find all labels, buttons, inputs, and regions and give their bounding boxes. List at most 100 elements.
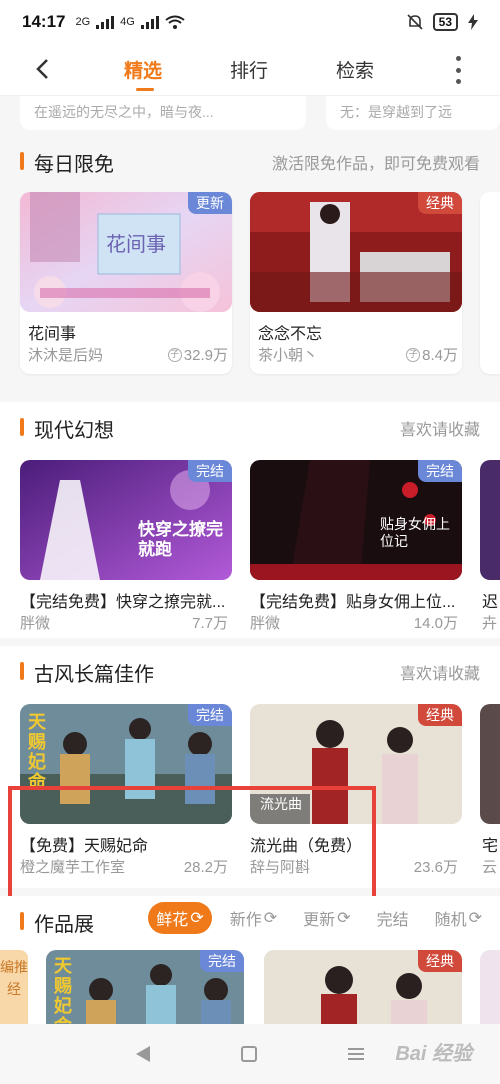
- book-card-peek[interactable]: [480, 192, 500, 374]
- watermark-logo: Bai 经验: [395, 1043, 472, 1065]
- filter-label: 更新: [303, 912, 336, 929]
- system-home-icon[interactable]: [240, 1046, 257, 1062]
- cover-title-text: 天赐妃命: [28, 712, 46, 792]
- filter-updated[interactable]: 更新 ⟳: [295, 902, 358, 934]
- status-time: 14:17: [22, 12, 66, 31]
- wifi-icon: [165, 15, 185, 29]
- charging-icon: [468, 14, 478, 30]
- refresh-icon: ⟳: [263, 910, 278, 927]
- previous-section-strip: 在遥远的无尽之中，暗与夜... 无：是穿越到了远: [0, 96, 500, 134]
- section-works-exhibition: 作品展 鲜花 ⟳ 新作 ⟳ 更新 ⟳ 完结 随机 ⟳ 编推经 天赐妃 完结 经典: [0, 896, 500, 1024]
- book-card[interactable]: 贴身女佣上位记 完结 【完结免费】贴身女佣上位... 胖微 14.0万: [250, 460, 462, 632]
- filter-label: 随机: [434, 912, 467, 929]
- status-badge: 完结: [188, 460, 232, 482]
- section-header: 作品展 鲜花 ⟳ 新作 ⟳ 更新 ⟳ 完结 随机 ⟳: [0, 896, 500, 944]
- book-cover: 经典: [264, 950, 462, 1024]
- more-options-button[interactable]: [452, 56, 464, 84]
- section-title: 每日限免: [34, 154, 114, 176]
- status-bar: 14:17 2G 4G 53: [0, 0, 500, 44]
- book-title: 花间事: [28, 326, 77, 343]
- mute-bell-icon: [407, 14, 423, 30]
- section-marker: [20, 152, 24, 170]
- book-author: 卉: [482, 615, 498, 632]
- status-badge: 完结: [188, 704, 232, 726]
- status-badge: 完结: [200, 950, 244, 972]
- popularity-value: 8.4万: [422, 347, 458, 364]
- filter-new[interactable]: 新作 ⟳: [222, 902, 285, 934]
- section-title: 古风长篇佳作: [34, 664, 154, 686]
- tab-search[interactable]: 检索: [336, 56, 374, 83]
- signal-4g-label: 4G: [120, 16, 135, 28]
- filter-flowers[interactable]: 鲜花 ⟳: [148, 902, 212, 934]
- battery-indicator: 53: [432, 13, 458, 31]
- section-subtitle: 激活限免作品，即可免费观看: [271, 156, 480, 173]
- status-right: 53: [407, 13, 478, 31]
- refresh-icon: ⟳: [190, 910, 204, 927]
- book-cover: 天赐妃命 完结: [46, 950, 244, 1024]
- book-card[interactable]: 经典 念念不忘 茶小朝丶 子 8.4万: [250, 192, 462, 374]
- status-badge: 经典: [418, 704, 462, 726]
- status-badge: 更新: [188, 192, 232, 214]
- cover-title-text: 天赐妃命: [54, 956, 72, 1024]
- section-modern-fantasy: 现代幻想 喜欢请收藏 快穿之撩完就跑 完结 【完结免费】快穿之撩完就... 胖微…: [0, 402, 500, 638]
- filter-label: 鲜花: [156, 912, 189, 929]
- section-title: 作品展: [34, 914, 94, 936]
- book-card-peek[interactable]: 宅 云: [480, 704, 500, 876]
- filter-label: 新作: [229, 912, 262, 929]
- filter-completed[interactable]: 完结: [369, 902, 417, 934]
- system-back-icon[interactable]: [135, 1046, 150, 1062]
- book-card[interactable]: 经典: [264, 950, 476, 1024]
- book-card-peek[interactable]: 迟 卉: [480, 460, 500, 632]
- prev-card-right[interactable]: 无：是穿越到了远: [326, 96, 500, 130]
- works-filter-tabs: 鲜花 ⟳ 新作 ⟳ 更新 ⟳ 完结 随机 ⟳: [148, 902, 490, 934]
- book-title: 【完结免费】快穿之撩完就...: [20, 594, 226, 611]
- tab-active-indicator: [136, 88, 154, 91]
- book-cover: [480, 950, 500, 1024]
- book-card-peek[interactable]: [480, 950, 500, 1024]
- signal-indicators: 2G 4G: [75, 15, 185, 29]
- tab-featured[interactable]: 精选: [124, 56, 162, 83]
- status-badge: 经典: [418, 192, 462, 214]
- book-popularity: 子 32.9万: [167, 344, 228, 365]
- main-content[interactable]: 在遥远的无尽之中，暗与夜... 无：是穿越到了远 每日限免 激活限免作品，即可免…: [0, 96, 500, 1024]
- top-nav-bar: 精选 排行 检索: [0, 44, 500, 96]
- book-author: 胖微: [250, 615, 281, 632]
- book-cover: [480, 460, 500, 580]
- book-author: 沐沐是后妈: [28, 347, 104, 364]
- book-card[interactable]: 快穿之撩完就跑 完结 【完结免费】快穿之撩完就... 胖微 7.7万: [20, 460, 232, 632]
- book-card[interactable]: 天赐妃命 完结: [46, 950, 258, 1024]
- back-button[interactable]: [28, 54, 56, 84]
- section-marker: [20, 912, 24, 930]
- book-title: 迟: [482, 594, 499, 611]
- cover-title-text: 快穿之撩完就跑: [138, 520, 223, 559]
- tab-ranking[interactable]: 排行: [230, 56, 268, 83]
- status-badge: 完结: [418, 460, 462, 482]
- refresh-icon: ⟳: [337, 910, 351, 927]
- popularity-value: 32.9万: [183, 347, 228, 364]
- section-header: 每日限免 激活限免作品，即可免费观看: [0, 136, 500, 184]
- coin-icon: 子: [406, 347, 421, 362]
- book-card[interactable]: 花间事 更新 花间事 沐沐是后妈 子 32.9万: [20, 192, 232, 374]
- book-popularity: 14.0万: [413, 615, 458, 632]
- cover-title-text: 贴身女佣上位记: [380, 516, 450, 549]
- book-popularity: 子 8.4万: [406, 344, 458, 365]
- filter-random[interactable]: 随机 ⟳: [427, 902, 490, 934]
- chevron-left-icon: [36, 59, 48, 79]
- book-cover: [480, 704, 500, 824]
- filter-label: 完结: [376, 912, 409, 929]
- section-subtitle[interactable]: 喜欢请收藏: [400, 660, 480, 684]
- section-subtitle[interactable]: 喜欢请收藏: [400, 416, 480, 440]
- section-marker: [20, 662, 24, 680]
- book-title: 宅: [482, 838, 499, 855]
- signal-bars-icon: [140, 15, 159, 29]
- system-menu-icon[interactable]: [348, 1048, 365, 1060]
- book-popularity: 7.7万: [192, 615, 228, 632]
- cover-title-text: 花间事: [106, 232, 166, 256]
- section-header: 古风长篇佳作 喜欢请收藏: [0, 646, 500, 694]
- refresh-icon: ⟳: [468, 910, 482, 927]
- prev-card-left[interactable]: 在遥远的无尽之中，暗与夜...: [20, 96, 306, 130]
- section-marker: [20, 418, 24, 436]
- status-badge: 经典: [418, 950, 462, 972]
- coin-icon: 子: [167, 347, 182, 362]
- book-author: 茶小朝丶: [258, 347, 319, 364]
